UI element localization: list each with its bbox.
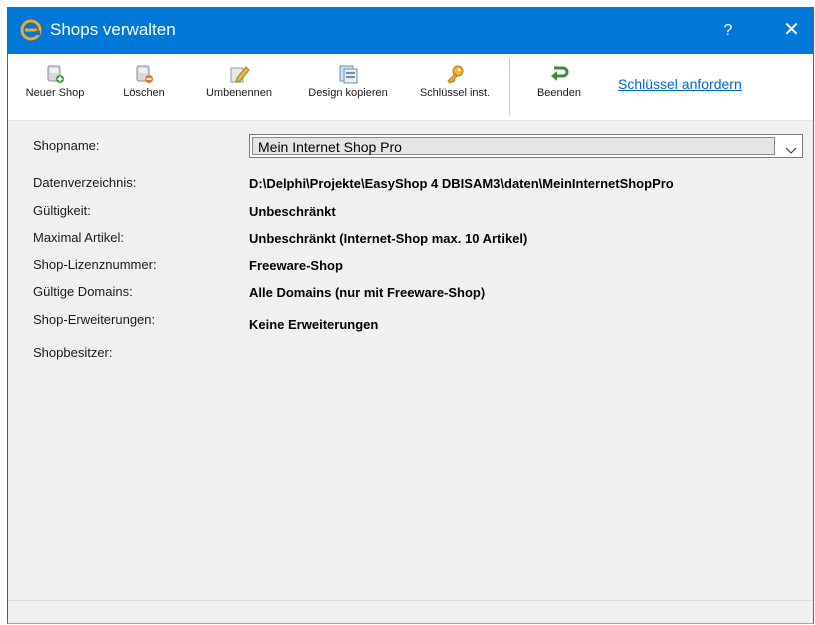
license-label: Shop-Lizenznummer:	[33, 257, 157, 272]
window-title: Shops verwalten	[50, 20, 176, 39]
toolbar-separator	[509, 58, 510, 116]
exit-arrow-icon	[551, 66, 569, 81]
max-articles-value: Unbeschränkt (Internet-Shop max. 10 Arti…	[249, 231, 528, 246]
max-articles-label: Maximal Artikel:	[33, 230, 125, 245]
app-logo-icon	[20, 19, 42, 41]
help-button[interactable]: ?	[708, 7, 748, 54]
request-key-link[interactable]: Schlüssel anfordern	[618, 76, 742, 92]
datadir-value: D:\Delphi\Projekte\EasyShop 4 DBISAM3\da…	[249, 176, 674, 191]
title-bar: Shops verwalten ? ✕	[8, 7, 813, 54]
new-shop-button[interactable]: Neuer Shop	[18, 62, 92, 116]
validity-value: Unbeschränkt	[249, 204, 336, 219]
close-button[interactable]: ✕	[770, 7, 813, 54]
shopname-select-value: Mein Internet Shop Pro	[258, 139, 402, 155]
validity-label: Gültigkeit:	[33, 203, 91, 218]
extensions-value: Keine Erweiterungen	[249, 317, 379, 332]
chevron-down-icon[interactable]	[785, 142, 797, 160]
shopname-label: Shopname:	[33, 138, 100, 153]
domains-value: Alle Domains (nur mit Freeware-Shop)	[249, 285, 486, 300]
delete-label: Löschen	[123, 87, 165, 99]
rename-pencil-icon	[230, 66, 250, 83]
delete-button[interactable]: Löschen	[114, 62, 174, 116]
dialog-window: Shops verwalten ? ✕ Neuer Shop Löschen U…	[7, 7, 814, 624]
exit-button[interactable]: Beenden	[528, 62, 590, 116]
copy-design-icon	[339, 65, 358, 84]
domains-label: Gültige Domains:	[33, 284, 133, 299]
toolbar: Neuer Shop Löschen Umbenennen Design kop…	[8, 54, 813, 121]
shopname-select[interactable]: Mein Internet Shop Pro	[249, 134, 803, 158]
shopname-select-value-box: Mein Internet Shop Pro	[252, 137, 775, 155]
copy-design-label: Design kopieren	[308, 87, 388, 99]
license-value: Freeware-Shop	[249, 258, 343, 273]
owner-label: Shopbesitzer:	[33, 345, 113, 360]
status-divider	[8, 600, 813, 601]
rename-label: Umbenennen	[205, 87, 273, 99]
new-shop-icon	[47, 65, 64, 83]
install-key-label: Schlüssel inst.	[419, 87, 491, 99]
install-key-button[interactable]: Schlüssel inst.	[410, 62, 500, 116]
extensions-label: Shop-Erweiterungen:	[33, 312, 156, 327]
exit-label: Beenden	[536, 87, 582, 99]
copy-design-button[interactable]: Design kopieren	[298, 62, 398, 116]
key-icon	[447, 65, 464, 84]
rename-button[interactable]: Umbenennen	[196, 62, 282, 116]
datadir-label: Datenverzeichnis:	[33, 175, 137, 190]
delete-shop-icon	[136, 65, 153, 83]
new-shop-label: Neuer Shop	[25, 87, 85, 99]
